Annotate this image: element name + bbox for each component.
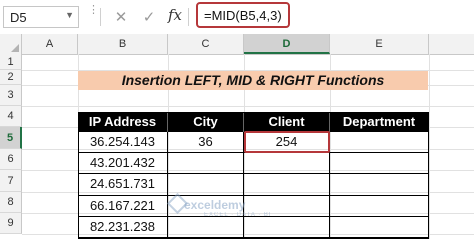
cell-ip-address[interactable]: 82.231.238 — [78, 217, 168, 238]
divider — [188, 8, 189, 26]
cell-ip-address[interactable]: 43.201.432 — [78, 153, 168, 174]
cell-department[interactable] — [330, 217, 429, 238]
formula-bar: D5 ▼ ⋮ ✕ ✓ fx =MID(B5,4,3) — [0, 0, 474, 35]
row-header-9[interactable]: 9 — [0, 213, 22, 234]
gridline — [429, 54, 430, 239]
row-header-3[interactable]: 3 — [0, 85, 22, 106]
cell-ip-address[interactable]: 24.651.731 — [78, 174, 168, 196]
column-header-c[interactable]: C — [168, 34, 244, 54]
row-header-4[interactable]: 4 — [0, 106, 22, 127]
divider — [100, 8, 101, 26]
select-all-icon — [11, 44, 19, 52]
header-city[interactable]: City — [168, 112, 244, 132]
cell-ip-address[interactable]: 66.167.221 — [78, 196, 168, 217]
watermark-tagline: EXCEL · DATA · BI — [204, 212, 272, 218]
cancel-icon[interactable]: ✕ — [110, 6, 132, 28]
column-header-a[interactable]: A — [22, 34, 78, 54]
row-header-2[interactable]: 2 — [0, 70, 22, 85]
cell-department[interactable] — [330, 196, 429, 217]
select-all-button[interactable] — [0, 34, 22, 54]
header-client[interactable]: Client — [244, 112, 330, 132]
cell-city[interactable] — [168, 217, 244, 238]
header-ip-address[interactable]: IP Address — [78, 112, 168, 132]
chevron-down-icon[interactable]: ▼ — [65, 10, 74, 20]
row-header-5[interactable]: 5 — [0, 127, 22, 149]
formula-text: =MID(B5,4,3) — [204, 8, 282, 23]
column-header-d[interactable]: D — [244, 34, 330, 54]
insert-function-icon[interactable]: fx — [168, 6, 182, 24]
watermark-logo: exceldemy — [184, 198, 246, 212]
cell-city[interactable]: 36 — [168, 132, 244, 153]
gridline — [22, 106, 474, 107]
name-box-value: D5 — [10, 10, 27, 25]
cell-city[interactable] — [168, 153, 244, 174]
header-department[interactable]: Department — [330, 112, 429, 132]
column-header-e[interactable]: E — [330, 34, 429, 54]
name-box[interactable]: D5 ▼ — [3, 6, 79, 28]
column-header-b[interactable]: B — [78, 34, 168, 54]
row-header-1[interactable]: 1 — [0, 54, 22, 70]
enter-icon[interactable]: ✓ — [138, 6, 160, 28]
cell-ip-address[interactable]: 36.254.143 — [78, 132, 168, 153]
drag-handle-icon[interactable]: ⋮ — [88, 5, 99, 16]
active-cell-highlight — [244, 131, 330, 153]
cell-client[interactable] — [244, 153, 330, 174]
cell-client[interactable] — [244, 217, 330, 238]
cell-city[interactable] — [168, 174, 244, 196]
cell-client[interactable] — [244, 174, 330, 196]
row-header-8[interactable]: 8 — [0, 192, 22, 213]
formula-input[interactable]: =MID(B5,4,3) — [196, 2, 290, 28]
cell-department[interactable] — [330, 153, 429, 174]
row-header-6[interactable]: 6 — [0, 149, 22, 170]
cell-department[interactable] — [330, 132, 429, 153]
sheet-title-cell[interactable]: Insertion LEFT, MID & RIGHT Functions — [78, 71, 428, 90]
cell-department[interactable] — [330, 174, 429, 196]
row-header-7[interactable]: 7 — [0, 170, 22, 192]
